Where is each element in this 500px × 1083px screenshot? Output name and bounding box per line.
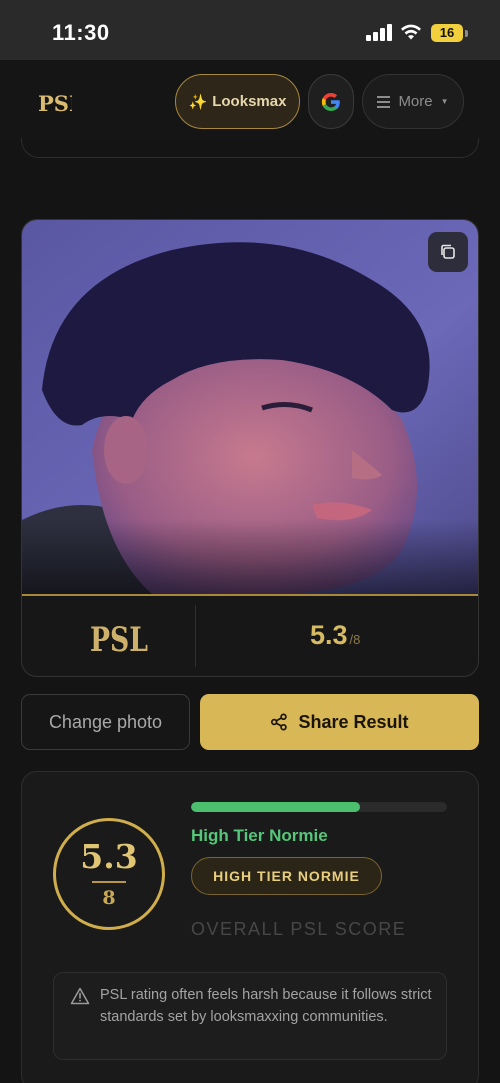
photo-score-max: /8 [349, 632, 361, 647]
sparkle-icon: ✨ [188, 93, 208, 111]
status-time: 11:30 [52, 20, 110, 45]
change-photo-button[interactable]: Change photo [21, 694, 190, 750]
user-photo [22, 220, 478, 594]
score-max: 8 [102, 887, 116, 909]
share-icon [271, 713, 288, 731]
wifi-icon [401, 24, 421, 40]
copy-icon [441, 244, 455, 259]
photo-score: 5.3 /8 [310, 620, 360, 651]
score-fraction-line [92, 881, 126, 883]
previous-card-edge [21, 138, 479, 158]
battery-icon: 16 [431, 24, 463, 42]
share-result-label: Share Result [298, 711, 409, 732]
google-button[interactable] [308, 74, 354, 129]
more-menu-button[interactable]: More ▼ [362, 74, 464, 129]
score-ring: 5.3 8 [53, 818, 165, 930]
signal-icon [366, 23, 392, 41]
photo-score-value: 5.3 [310, 620, 348, 650]
share-result-button[interactable]: Share Result [200, 694, 479, 750]
score-progress-bar [191, 802, 447, 812]
battery-tip [465, 30, 468, 37]
google-icon [321, 92, 340, 111]
looksmax-label: Looksmax [212, 93, 287, 110]
tier-name: High Tier Normie [191, 826, 328, 845]
psl-logo[interactable]: PSL [38, 90, 72, 114]
looksmax-button[interactable]: ✨ Looksmax [175, 74, 300, 129]
psl-logo: PSL [90, 620, 148, 657]
warning-icon [70, 987, 90, 1005]
rating-notice-text: PSL rating often feels harsh because it … [100, 987, 432, 1025]
rating-notice: PSL rating often feels harsh because it … [53, 972, 447, 1060]
photo-divider [22, 594, 478, 596]
psl-logo-text: PSL [38, 91, 72, 114]
card-vertical-divider [195, 605, 196, 667]
score-value: 5.3 [80, 837, 138, 876]
menu-icon [377, 96, 391, 108]
chevron-down-icon: ▼ [440, 97, 449, 106]
score-progress-fill [191, 802, 360, 812]
overall-psl-score-label: OVERALL PSL SCORE [191, 919, 407, 939]
psl-logo-text: PSL [90, 620, 148, 657]
more-label: More [398, 93, 433, 110]
result-photo-card: PSL 5.3 /8 [21, 219, 479, 677]
battery-level: 16 [439, 25, 455, 40]
copy-button[interactable] [428, 232, 468, 272]
tier-badge: HIGH TIER NORMIE [191, 857, 382, 895]
status-bar: 11:30 16 [0, 0, 500, 60]
